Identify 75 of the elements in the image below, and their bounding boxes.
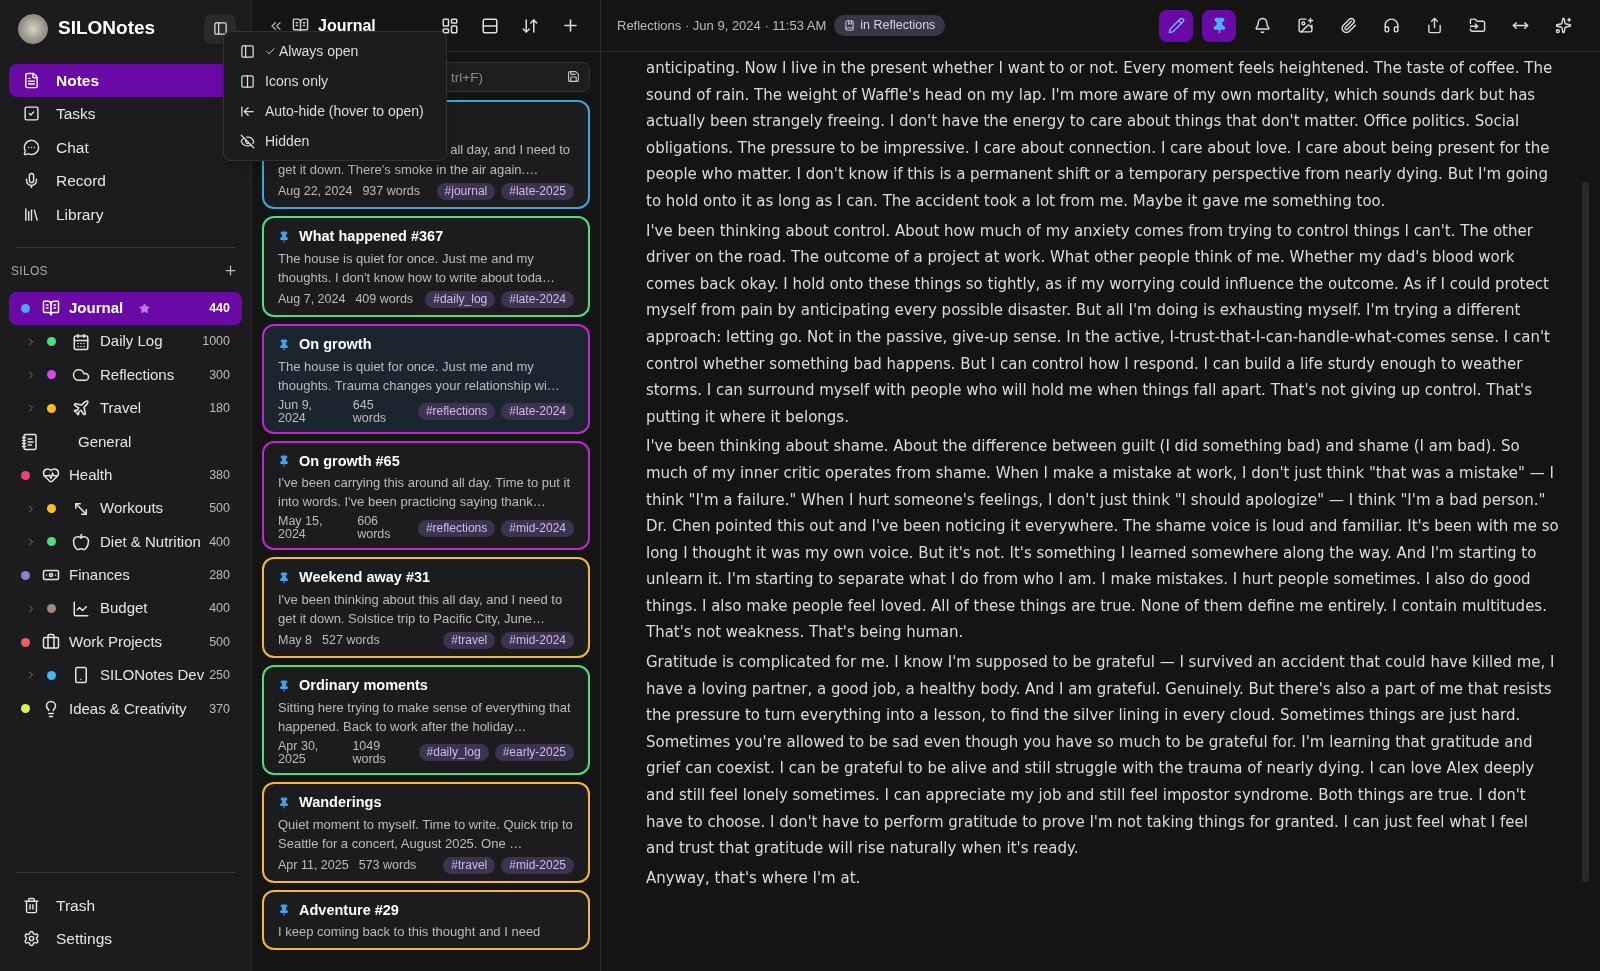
nav-label: Trash xyxy=(56,895,96,916)
paragraph: Anyway, that's where I'm at. xyxy=(646,867,862,889)
note-count: 250 xyxy=(209,667,230,685)
note-count: 1000 xyxy=(202,333,230,351)
note-preview: I've been carrying this around all day. Time to put it into words. I've been practicing saying thank… xyxy=(278,474,571,512)
silo-label: Budget xyxy=(100,598,148,619)
note-title: Weekend away #31 xyxy=(299,568,431,588)
note-title: On growth xyxy=(299,334,372,354)
note-date: Aug 7, 2024 xyxy=(278,292,346,306)
silo-label: Daily Log xyxy=(100,331,163,352)
note-preview: The house is quiet for once. Just me and my thoughts. Trauma changes your relationship wi… xyxy=(278,357,561,395)
note-count: 180 xyxy=(209,400,230,417)
word-count: 1049 words xyxy=(352,739,387,766)
silo-label: Diet & Nutrition xyxy=(100,531,201,552)
note-date: May 8 xyxy=(278,634,313,647)
paragraph: Gratitude is complicated for me. I know I'm supposed to be grateful — I survived an accident that could have killed me, I have a loving partner, a good job, a healthy body. And I am grateful. Genuinely. But there's also a part of me that resists the pressure to turn everything into a lesson, to find the silver lining in every cloud. Sometimes things are just hard. Sometimes you're allowed to be sad even though you have so much to be grateful for. I'm learning that gratitude and grief can coexist. I can be grateful to be alive and still struggle with the trauma of nearly dying. I can love Alex deeply and still feel lonely sometimes. I can appreciate my job and still feel impostor syndrome. Both things are true. I don't have to choose. I don't have to perform gratitude to prove I'm not taking things for granted. I can just feel what I feel and trust that gratitude will rise naturally when it's ready. xyxy=(646,652,1556,860)
note-title: Wanderings xyxy=(299,792,382,812)
nav-label: Notes xyxy=(56,70,100,91)
note-preview: Quiet moment to myself. Time to write. Quick trip to Seattle for a concert, August 2025. One … xyxy=(278,815,574,853)
menu-label: Always open xyxy=(279,41,359,61)
paragraph: I've been thinking about shame. About the difference between guilt (I did something bad) and shame (I am bad). So much of my inner critic operates from shame. When I make a mistake at work, I don't just think "that was a mistake" — I think "I'm a failure." When I hurt someone's feelings, I don't just think "I should apologize" — I think "I'm a bad person." Dr. Chen pointed this out and I've been noticing it everywhere. The shame voice is loud and familiar. It's been with me so long I thought it was my own voice. But it's not. It's something I learned somewhere along the way. And I'm starting to unlearn it. I'm starting to separate what I do from who I am. I make mistakes. I hurt people sometimes. I also do good things. I also make people feel loved. All of these things are true. None of them define me entirely. I contain multitudes. That's not weakness. That's being human. xyxy=(646,436,1560,644)
silo-label: Workouts xyxy=(100,498,164,519)
word-count: 573 words xyxy=(358,858,417,872)
paragraph: I've been thinking about control. About how much of my anxiety comes from trying to control things I can't. The other driver on the road. The outcome of a project at work. What other people think of me. Whether my dad's blood work comes back okay. I hold onto these things so tightly, as if my worrying could influence the outcome. As if I could protect myself from pain by anticipating every possible disaster. But all I'm doing is exhausting myself. I'm trying a different approach: letting go. Not in the passive, give-up sense. In the active, I-trust-that-I-can-handle-what-comes sense. I can't control whether something bad happens. But I can control how I respond. I can build a life sturdy enough to weather storms. I can surround myself with people who will hold me when things fall apart. That's not giving up control. That's putting it where it belongs. xyxy=(646,220,1551,428)
nav-label: Tasks xyxy=(56,104,96,125)
note-preview: all day, and I need to xyxy=(450,141,570,159)
note-count: 400 xyxy=(209,533,230,551)
app-name: SILONotes xyxy=(58,16,156,41)
note-meta: Reflections · Jun 9, 2024 · 11:53 AM xyxy=(617,16,827,35)
note-preview: Sitting here trying to make sense of everything that happened. Back to work after the holiday… xyxy=(278,698,572,736)
note-count: 440 xyxy=(209,299,230,317)
note-date: Aug 22, 2024 xyxy=(278,185,353,198)
menu-label: Icons only xyxy=(265,71,329,91)
word-count: 409 words xyxy=(355,292,414,306)
silo-label: Journal xyxy=(69,297,124,318)
note-count: 280 xyxy=(209,566,230,584)
note-title: Adventure #29 xyxy=(299,900,399,920)
note-preview: get it down. There's smoke in the air again.… xyxy=(278,161,540,179)
nav-label: Chat xyxy=(56,137,89,158)
word-count: 645 words xyxy=(352,398,388,425)
menu-label: Auto-hide (hover to open) xyxy=(265,101,424,121)
note-title: Ordinary moments xyxy=(299,676,428,695)
note-title: What happened #367 xyxy=(299,227,444,246)
silo-label: Health xyxy=(69,464,113,485)
silo-label: Work Projects xyxy=(69,631,163,652)
note-preview: I've been thinking about this all day, and I need to get it down. Solstice trip to Pacific City, June… xyxy=(278,591,564,628)
silo-label: General xyxy=(78,431,132,452)
word-count: 527 words xyxy=(322,634,380,647)
note-count: 370 xyxy=(209,700,230,718)
note-count: 300 xyxy=(209,366,230,384)
note-date: Apr 11, 2025 xyxy=(278,858,349,872)
note-date: Apr 30, 2025 xyxy=(278,739,320,766)
silo-label: Travel xyxy=(100,398,142,419)
silo-label: Ideas & Creativity xyxy=(69,698,187,719)
silo-label: Reflections xyxy=(100,364,175,385)
note-preview: The house is quiet for once. Just me and my thoughts. I don't know how to write about toda… xyxy=(278,249,557,287)
silo-label: Finances xyxy=(69,565,130,586)
nav-label: Settings xyxy=(56,928,112,949)
list-title: Journal xyxy=(318,15,376,36)
word-count: 937 words xyxy=(362,185,421,198)
silo-label: SILONotes Dev xyxy=(100,665,205,686)
note-count: 500 xyxy=(209,633,230,651)
word-count: 606 words xyxy=(357,515,392,542)
nav-label: Library xyxy=(56,204,104,225)
note-date: Jun 9, 2024 xyxy=(278,398,314,425)
menu-label: Hidden xyxy=(265,131,310,151)
note-preview: I keep coming back to this thought and I need xyxy=(278,923,542,942)
note-count: 380 xyxy=(209,466,230,484)
nav-label: Record xyxy=(56,171,106,192)
section-heading: SILOS xyxy=(11,262,48,280)
note-date: May 15, 2024 xyxy=(278,515,324,542)
note-title: On growth #65 xyxy=(299,451,400,471)
note-count: 400 xyxy=(209,600,230,618)
note-count: 500 xyxy=(209,500,230,518)
paragraph: anticipating. Now I live in the present whether I want to or not. Every moment feels heightened. The taste of coffee. The sound of rain. The weight of Waffle's head on my lap. I'm more aware of my own mortality, which sounds dark but has actually been strangely freeing. I don't have the energy to care about things that don't matter. Office politics. Social obligations. The pressure to be impressive. I care about connection. I care about love. I care about being present for the people who matter. I don't know if this is a permanent shift or a temporary perspective from nearly dying. But I'm going to hold onto it as long as I can. The accident took a lot from me. Maybe it gave me something too. xyxy=(646,58,1554,212)
